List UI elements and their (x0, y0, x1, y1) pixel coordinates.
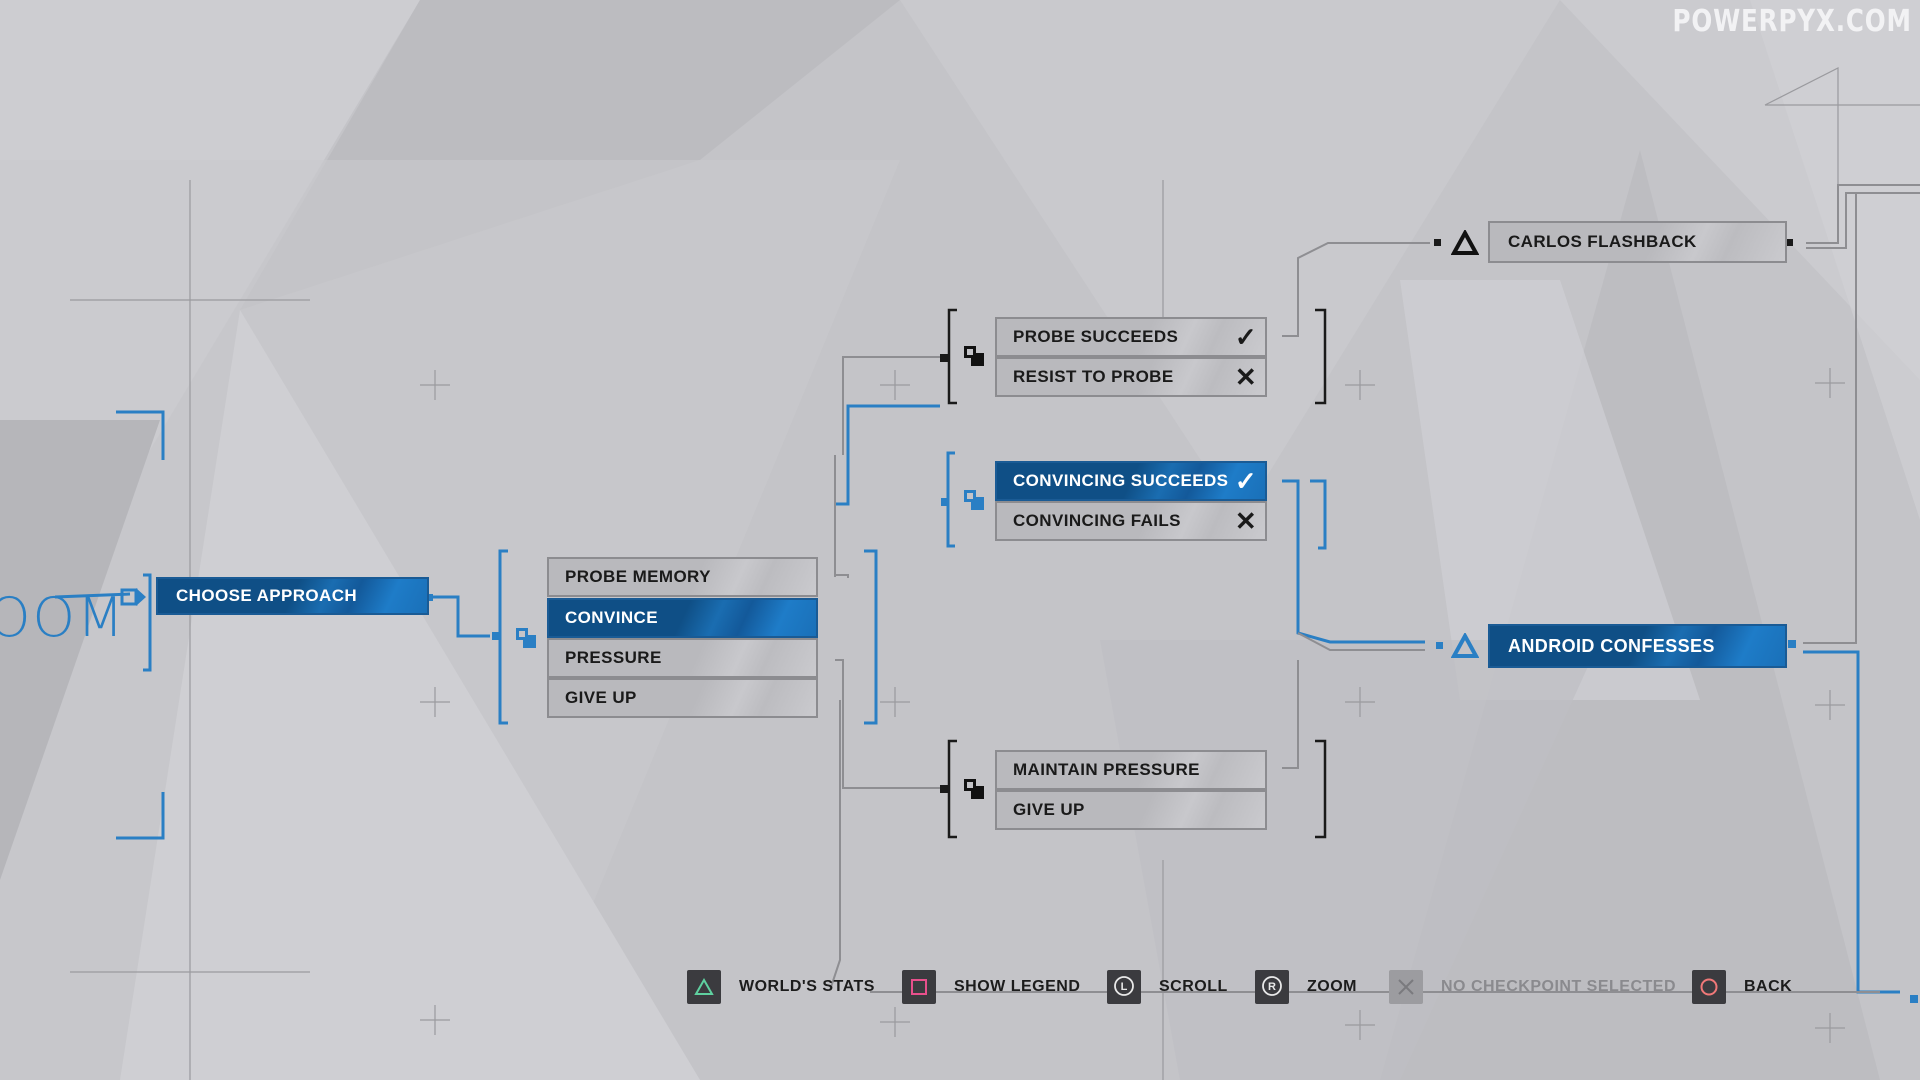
chapter-title-fragment: OOM (0, 586, 126, 649)
checkpoint-button[interactable]: NO CHECKPOINT SELECTED (1389, 969, 1676, 1005)
cross-icon: ✕ (1234, 506, 1257, 536)
outcome-give-up[interactable]: GIVE UP (995, 790, 1267, 830)
control-label: WORLD'S STATS (739, 978, 875, 995)
control-label: SCROLL (1159, 978, 1228, 995)
outcome-group-icon (964, 346, 984, 366)
outcome-convincing-succeeds[interactable]: CONVINCING SUCCEEDS ✓ (995, 461, 1267, 501)
control-label: NO CHECKPOINT SELECTED (1441, 978, 1677, 995)
checkmark-icon: ✓ (1234, 466, 1257, 496)
outcome-resist-to-probe[interactable]: RESIST TO PROBE ✕ (995, 357, 1267, 397)
checkmark-icon: ✓ (1234, 322, 1257, 352)
scroll-button[interactable]: L SCROLL (1107, 969, 1228, 1005)
outcome-label: PROBE SUCCEEDS (1013, 327, 1179, 346)
outcome-maintain-pressure[interactable]: MAINTAIN PRESSURE (995, 750, 1267, 790)
flowchart-connectors (54, 67, 1920, 1080)
back-button[interactable]: BACK (1692, 969, 1792, 1005)
cross-icon: ✕ (1234, 362, 1257, 392)
svg-text:L: L (1121, 981, 1128, 993)
circle-button-icon (1692, 970, 1726, 1004)
choice-group-icon (516, 628, 536, 648)
choice-convince[interactable]: CONVINCE (547, 598, 818, 638)
outcome-group-icon (964, 779, 984, 799)
grid-crosshairs (70, 67, 1920, 1080)
control-label: SHOW LEGEND (954, 978, 1081, 995)
triangle-icon (1451, 230, 1479, 255)
outcome-label: CONVINCING FAILS (1013, 511, 1181, 530)
ending-carlos-flashback[interactable]: CARLOS FLASHBACK (1488, 221, 1787, 263)
watermark: POWERPYX.COM (1672, 4, 1912, 39)
ending-android-confesses[interactable]: ANDROID CONFESSES (1488, 624, 1787, 668)
choice-pressure[interactable]: PRESSURE (547, 638, 818, 678)
outcome-label: CONVINCING SUCCEEDS (1013, 471, 1229, 490)
control-label: BACK (1744, 978, 1793, 995)
triangle-button-icon (687, 970, 721, 1004)
worlds-stats-button[interactable]: WORLD'S STATS (687, 969, 875, 1005)
square-button-icon (902, 970, 936, 1004)
outcome-group-icon (964, 490, 984, 510)
triangle-icon (1451, 633, 1479, 658)
right-stick-icon: R (1255, 970, 1289, 1004)
outcome-convincing-fails[interactable]: CONVINCING FAILS ✕ (995, 501, 1267, 541)
node-choose-approach[interactable]: CHOOSE APPROACH (156, 577, 429, 615)
outcome-probe-succeeds[interactable]: PROBE SUCCEEDS ✓ (995, 317, 1267, 357)
left-stick-icon: L (1107, 970, 1141, 1004)
control-label: ZOOM (1307, 978, 1357, 995)
outcome-label: RESIST TO PROBE (1013, 367, 1174, 386)
show-legend-button[interactable]: SHOW LEGEND (902, 969, 1080, 1005)
svg-text:R: R (1268, 981, 1276, 993)
zoom-button[interactable]: R ZOOM (1255, 969, 1357, 1005)
cross-button-icon (1389, 970, 1423, 1004)
choice-probe-memory[interactable]: PROBE MEMORY (547, 557, 818, 597)
choice-give-up[interactable]: GIVE UP (547, 678, 818, 718)
